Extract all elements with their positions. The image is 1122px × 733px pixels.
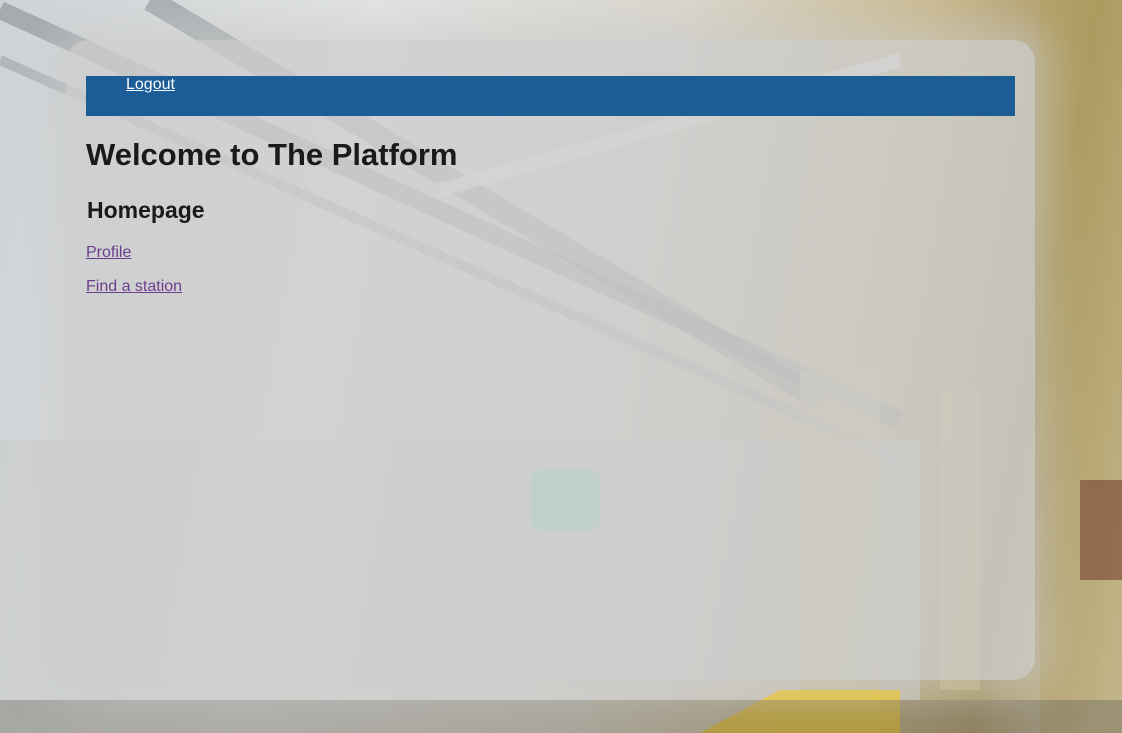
logout-link[interactable]: Logout <box>126 76 175 94</box>
page-subtitle: Homepage <box>87 197 205 223</box>
main-content-panel: Logout Welcome to The Platform Homepage … <box>66 40 1035 680</box>
find-station-link[interactable]: Find a station <box>86 278 182 296</box>
page-title: Welcome to The Platform <box>86 137 458 172</box>
profile-link[interactable]: Profile <box>86 244 131 262</box>
top-navbar: Logout <box>86 76 1015 116</box>
